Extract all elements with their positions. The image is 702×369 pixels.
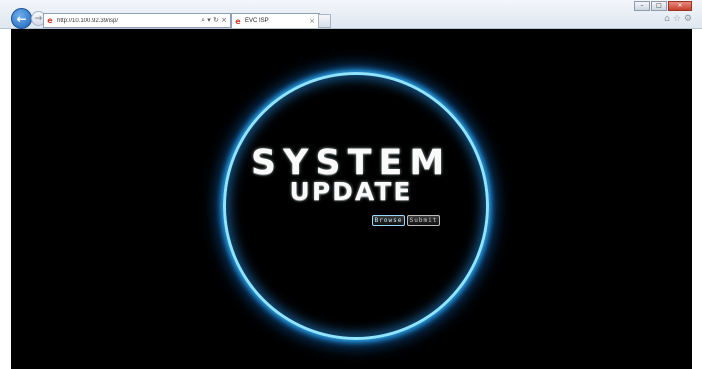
- home-icon[interactable]: ⌂: [664, 14, 670, 24]
- glowing-ring: [223, 72, 489, 340]
- address-bar[interactable]: e http://10.100.92.39/isp/ ⌕ ▾ ↻ ×: [43, 13, 231, 28]
- ie-logo-icon: e: [47, 16, 53, 25]
- close-window-button[interactable]: ✕: [668, 1, 692, 11]
- tab-ie-logo-icon: e: [235, 16, 241, 26]
- back-arrow-icon: ←: [16, 11, 27, 26]
- settings-gear-icon[interactable]: ⚙: [684, 14, 692, 24]
- browser-toolbar-icons: ⌂ ☆ ⚙: [664, 14, 692, 24]
- page-content: SYSTEM UPDATE Browse Submit: [11, 29, 692, 369]
- window-controls: – □ ✕: [634, 1, 692, 11]
- tab-close-icon[interactable]: ×: [309, 17, 315, 25]
- url-text[interactable]: http://10.100.92.39/isp/: [57, 18, 201, 24]
- browser-chrome: ← → e http://10.100.92.39/isp/ ⌕ ▾ ↻ × e…: [0, 0, 702, 29]
- favorites-star-icon[interactable]: ☆: [673, 14, 681, 24]
- submit-button[interactable]: Submit: [407, 215, 440, 226]
- minimize-button[interactable]: –: [634, 1, 650, 11]
- tab-evc-isp[interactable]: e EVC ISP ×: [231, 13, 320, 28]
- forward-arrow-icon: →: [34, 13, 43, 24]
- page-title-line2: UPDATE: [289, 177, 413, 206]
- new-tab-button[interactable]: [318, 14, 331, 28]
- back-button[interactable]: ←: [11, 8, 32, 29]
- tab-title: EVC ISP: [245, 18, 269, 24]
- browse-button[interactable]: Browse: [372, 215, 405, 226]
- address-controls[interactable]: ⌕ ▾ ↻ ×: [201, 16, 227, 25]
- maximize-button[interactable]: □: [651, 1, 667, 11]
